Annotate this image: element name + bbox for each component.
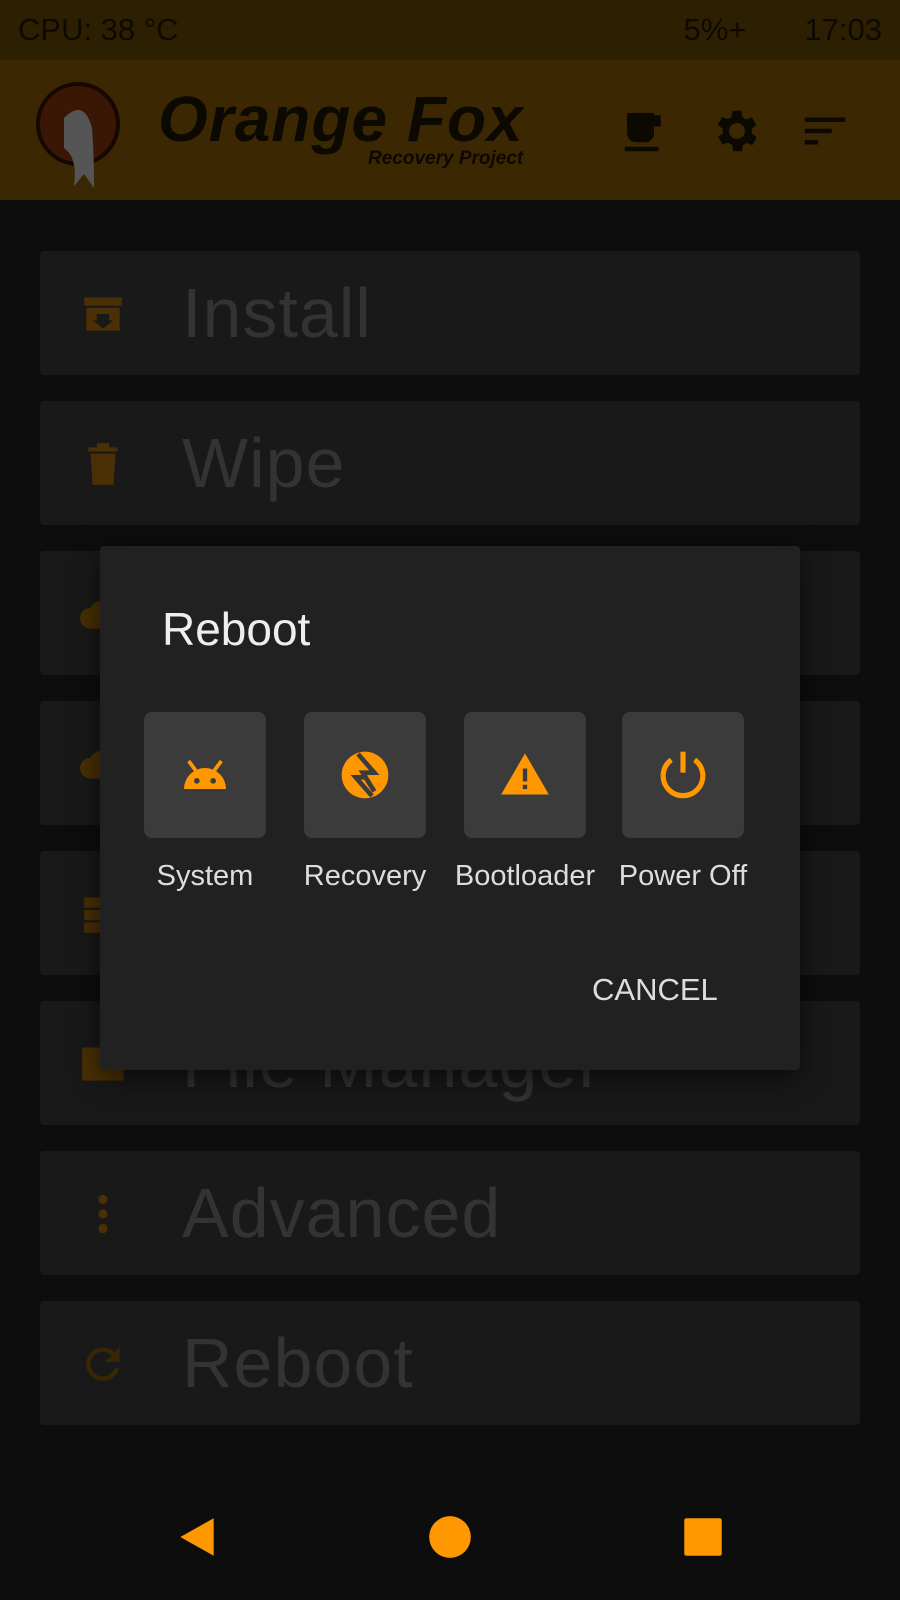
- home-icon[interactable]: [425, 1512, 475, 1562]
- menu-item-install[interactable]: Install: [40, 251, 860, 375]
- menu-item-label: Wipe: [182, 424, 346, 502]
- option-label: Bootloader: [454, 860, 596, 892]
- app-subtitle: Recovery Project: [368, 148, 524, 169]
- status-bar: CPU: 38 °C 5%+ 17:03: [0, 0, 900, 60]
- power-icon: [660, 751, 706, 799]
- reboot-dialog: Reboot System Recovery Bootloader Power …: [100, 546, 800, 1070]
- trash-icon: [88, 443, 118, 485]
- cpu-temp: CPU: 38 °C: [18, 12, 179, 47]
- option-tile[interactable]: [622, 712, 744, 838]
- refresh-icon: [86, 1347, 120, 1381]
- option-tile[interactable]: [144, 712, 266, 838]
- back-icon[interactable]: [172, 1512, 222, 1562]
- sort-menu-icon[interactable]: [798, 104, 852, 158]
- fox-logo: [36, 82, 120, 188]
- menu-item-reboot[interactable]: Reboot: [40, 1301, 860, 1425]
- install-box-icon: [84, 297, 122, 331]
- android-icon: [184, 759, 226, 789]
- warning-icon: [501, 753, 549, 795]
- battery-level: 5%+: [683, 12, 747, 47]
- menu-item-label: Reboot: [182, 1324, 414, 1402]
- app-title: Orange Fox: [158, 83, 524, 155]
- option-tile[interactable]: [304, 712, 426, 838]
- option-label: Power Off: [618, 860, 748, 892]
- dialog-title: Reboot: [162, 603, 311, 655]
- coffee-icon[interactable]: [618, 104, 672, 158]
- reboot-bootloader-button[interactable]: Bootloader: [455, 712, 595, 892]
- option-label: Recovery: [303, 860, 427, 892]
- menu-item-label: Advanced: [182, 1174, 502, 1252]
- reboot-system-button[interactable]: System: [144, 712, 266, 892]
- app-header: Orange Fox Recovery Project: [0, 60, 900, 200]
- menu-item-label: Install: [182, 274, 372, 352]
- recents-icon[interactable]: [678, 1512, 728, 1562]
- reboot-recovery-button[interactable]: Recovery: [304, 712, 426, 892]
- dots-vertical-icon: [98, 1194, 108, 1234]
- cancel-button[interactable]: CANCEL: [588, 968, 722, 1012]
- option-label: System: [156, 860, 254, 892]
- menu-item-advanced[interactable]: Advanced: [40, 1151, 860, 1275]
- twrp-recovery-icon: [341, 751, 389, 799]
- menu-item-wipe[interactable]: Wipe: [40, 401, 860, 525]
- gear-icon[interactable]: [708, 104, 762, 158]
- clock: 17:03: [804, 12, 882, 47]
- option-tile[interactable]: [464, 712, 586, 838]
- power-off-button[interactable]: Power Off: [619, 712, 747, 892]
